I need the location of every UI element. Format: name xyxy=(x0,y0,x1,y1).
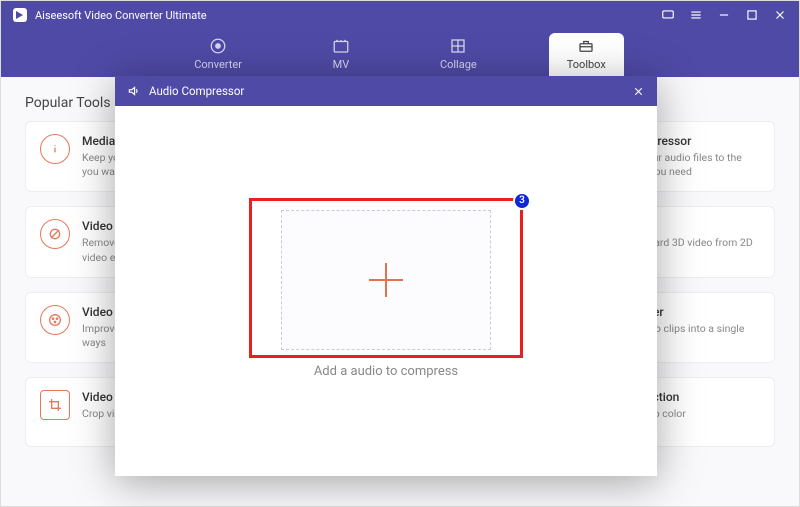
main-nav: Converter MV Collage Toolbox xyxy=(1,29,799,77)
cropper-icon xyxy=(40,390,70,420)
tutorial-step-badge: 3 xyxy=(513,192,531,210)
drop-zone[interactable] xyxy=(281,210,491,350)
tab-converter[interactable]: Converter xyxy=(176,33,260,77)
info-icon xyxy=(40,134,70,164)
palette-icon xyxy=(40,305,70,335)
plus-icon xyxy=(369,263,403,297)
tab-label: Collage xyxy=(440,58,477,71)
minimize-button[interactable] xyxy=(717,8,731,22)
menu-button[interactable] xyxy=(689,8,703,22)
app-logo-icon xyxy=(13,8,27,22)
audio-compressor-modal: Audio Compressor 3 Add a audio to compre… xyxy=(115,76,657,476)
close-button[interactable] xyxy=(773,8,787,22)
audio-icon xyxy=(127,84,141,98)
watermark-remove-icon xyxy=(40,219,70,249)
maximize-button[interactable] xyxy=(745,8,759,22)
title-bar: Aiseesoft Video Converter Ultimate xyxy=(1,1,799,29)
tab-label: Toolbox xyxy=(567,58,606,71)
app-title: Aiseesoft Video Converter Ultimate xyxy=(35,9,207,22)
tab-label: MV xyxy=(333,58,350,71)
drop-zone-wrap: 3 xyxy=(281,204,491,350)
tab-toolbox[interactable]: Toolbox xyxy=(549,33,624,77)
modal-title: Audio Compressor xyxy=(149,84,244,98)
modal-close-button[interactable] xyxy=(632,85,645,98)
feedback-button[interactable] xyxy=(661,8,675,22)
modal-body: 3 Add a audio to compress xyxy=(115,106,657,476)
tab-collage[interactable]: Collage xyxy=(422,33,495,77)
tab-label: Converter xyxy=(194,58,242,71)
window-controls xyxy=(661,8,787,22)
modal-title-bar: Audio Compressor xyxy=(115,76,657,106)
drop-hint: Add a audio to compress xyxy=(314,364,458,379)
tab-mv[interactable]: MV xyxy=(314,33,368,77)
